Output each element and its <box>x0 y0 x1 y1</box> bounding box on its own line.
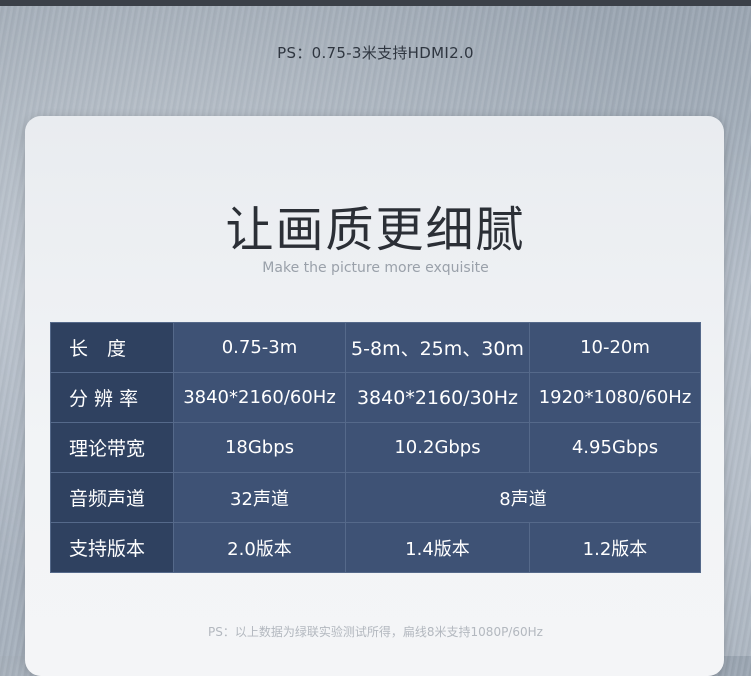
row-header-resolution: 分 辨 率 <box>50 372 174 423</box>
spec-table: 长 度 0.75-3m 5-8m、25m、30m 10-20m 分 辨 率 38… <box>50 322 701 573</box>
cell-audio-2: 8声道 <box>345 472 701 523</box>
table-row-audio: 音频声道 32声道 8声道 <box>50 472 701 523</box>
cell-length-3: 10-20m <box>529 322 701 373</box>
cell-resolution-3: 1920*1080/60Hz <box>529 372 701 423</box>
footnote: PS：以上数据为绿联实验测试所得，扁线8米支持1080P/60Hz <box>208 625 543 639</box>
cell-bandwidth-3: 4.95Gbps <box>529 422 701 473</box>
row-header-bandwidth: 理论带宽 <box>50 422 174 473</box>
page-subtitle: Make the picture more exquisite <box>262 260 489 276</box>
table-row-resolution: 分 辨 率 3840*2160/60Hz 3840*2160/30Hz 1920… <box>50 372 701 423</box>
cell-bandwidth-1: 18Gbps <box>173 422 346 473</box>
cell-bandwidth-2: 10.2Gbps <box>345 422 530 473</box>
table-row-version: 支持版本 2.0版本 1.4版本 1.2版本 <box>50 522 701 573</box>
row-header-version: 支持版本 <box>50 522 174 573</box>
row-header-audio: 音频声道 <box>50 472 174 523</box>
page-title: 让画质更细腻 <box>225 202 526 258</box>
cell-version-1: 2.0版本 <box>173 522 346 573</box>
row-header-length: 长 度 <box>50 322 174 373</box>
cell-resolution-1: 3840*2160/60Hz <box>173 372 346 423</box>
cell-version-2: 1.4版本 <box>345 522 530 573</box>
cell-version-3: 1.2版本 <box>529 522 701 573</box>
cell-resolution-2: 3840*2160/30Hz <box>345 372 530 423</box>
table-row-bandwidth: 理论带宽 18Gbps 10.2Gbps 4.95Gbps <box>50 422 701 473</box>
table-row-length: 长 度 0.75-3m 5-8m、25m、30m 10-20m <box>50 322 701 373</box>
top-dark-strip <box>0 0 751 6</box>
cell-length-2: 5-8m、25m、30m <box>345 322 530 373</box>
cell-length-1: 0.75-3m <box>173 322 346 373</box>
top-note: PS：0.75-3米支持HDMI2.0 <box>277 44 474 62</box>
cell-audio-1: 32声道 <box>173 472 346 523</box>
